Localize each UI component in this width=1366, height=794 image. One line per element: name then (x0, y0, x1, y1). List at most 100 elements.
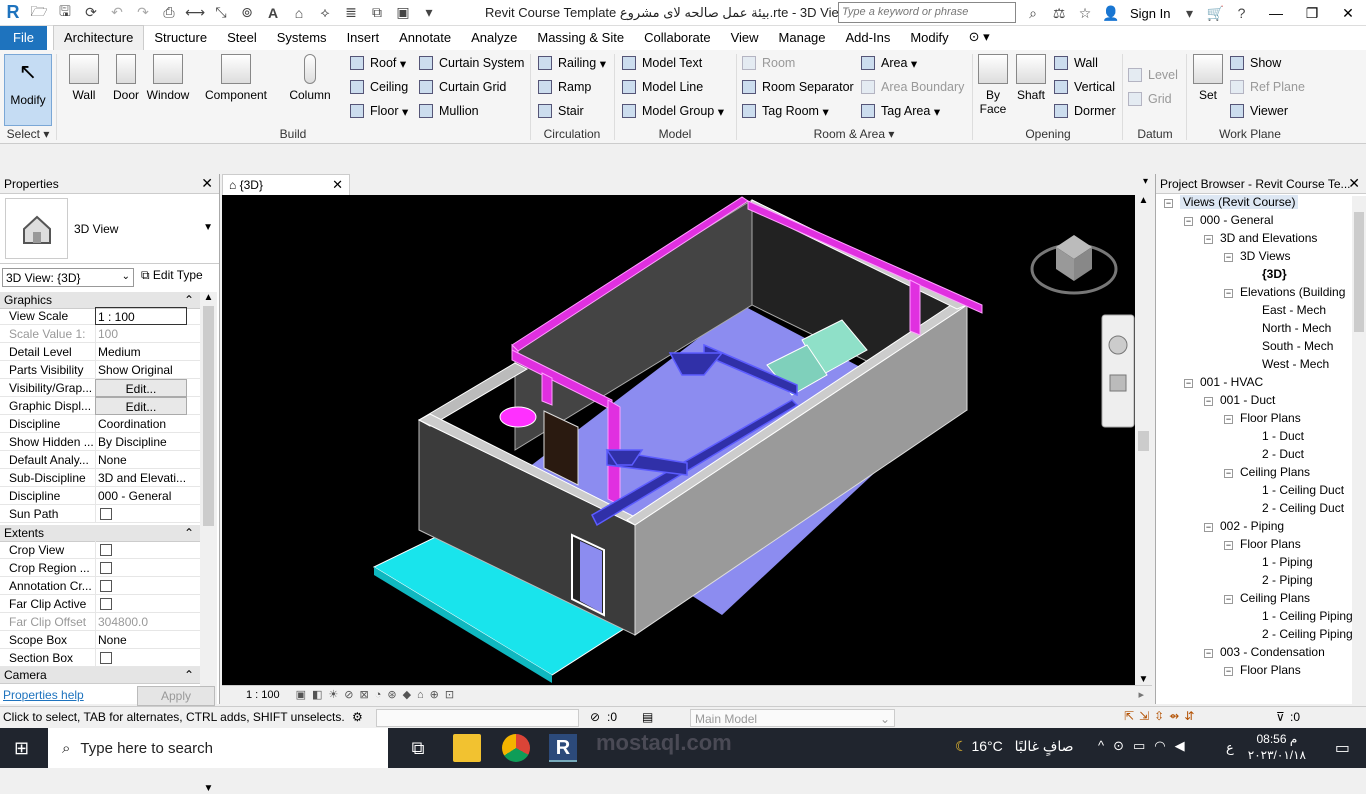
tab-architecture[interactable]: Architecture (52, 25, 145, 50)
property-value[interactable] (95, 541, 187, 559)
property-value[interactable]: None (95, 451, 187, 469)
tree-node[interactable]: 2 - Piping (1262, 573, 1313, 587)
instance-selector[interactable]: 3D View: {3D} ⌄ (2, 268, 134, 287)
close-icon[interactable]: ✕ (1348, 175, 1360, 192)
set-button[interactable]: Set (1188, 54, 1228, 118)
viewer-button[interactable]: Viewer (1230, 101, 1288, 121)
tree-node[interactable]: West - Mech (1262, 357, 1329, 371)
room-separator-button[interactable]: Room Separator (742, 77, 854, 97)
tree-toggle-icon[interactable]: − (1204, 523, 1213, 532)
workset-dropdown[interactable] (376, 709, 579, 727)
view-scrollbar[interactable]: ▲ ▼ (1135, 195, 1152, 685)
property-value[interactable]: Edit... (95, 379, 187, 397)
property-value[interactable] (95, 505, 187, 523)
property-value[interactable]: 000 - General (95, 487, 187, 505)
switch-windows-icon[interactable]: ▣ (393, 4, 413, 22)
cart-icon[interactable]: 🛒 (1205, 4, 1225, 22)
tree-node[interactable]: Floor Plans (1240, 537, 1301, 551)
scroll-right-icon[interactable]: ▸ (1138, 688, 1144, 701)
tree-toggle-icon[interactable]: − (1164, 199, 1173, 208)
tag-icon[interactable]: ⊚ (237, 4, 257, 22)
tree-toggle-icon[interactable]: − (1224, 541, 1233, 550)
tree-node[interactable]: Floor Plans (1240, 411, 1301, 425)
search-input[interactable]: Type a keyword or phrase (838, 2, 1016, 23)
vertical-button[interactable]: Vertical (1054, 77, 1115, 97)
tree-toggle-icon[interactable]: − (1224, 595, 1233, 604)
undo-icon[interactable]: ↶ (107, 4, 127, 22)
property-value[interactable]: 304800.0 (95, 613, 187, 631)
tab-modify[interactable]: Modify (900, 26, 958, 50)
close-icon[interactable]: ✕ (332, 177, 343, 193)
room-button[interactable]: Room (742, 53, 795, 73)
checkbox[interactable] (100, 652, 112, 664)
tab-annotate[interactable]: Annotate (389, 26, 461, 50)
tree-node[interactable]: 1 - Ceiling Duct (1262, 483, 1344, 497)
by-face-button[interactable]: By Face (974, 54, 1012, 118)
mullion-button[interactable]: Mullion (419, 101, 479, 121)
tree-toggle-icon[interactable]: − (1204, 649, 1213, 658)
railing-button[interactable]: Railing ▾ (538, 53, 606, 73)
tab-file[interactable]: File (0, 26, 47, 50)
tree-node[interactable]: 003 - Condensation (1220, 645, 1325, 659)
tree-node[interactable]: Elevations (Building (1240, 285, 1345, 299)
property-value[interactable]: 1 : 100 (95, 307, 187, 325)
windows-start-icon[interactable]: ⊞ (14, 738, 29, 759)
text-icon[interactable]: A (263, 4, 283, 22)
tree-toggle-icon[interactable]: − (1184, 217, 1193, 226)
tag-area-button[interactable]: Tag Area ▾ (861, 101, 940, 121)
model-line-button[interactable]: Model Line (622, 77, 703, 97)
open-icon[interactable]: 🗁 (29, 3, 49, 22)
roof-button[interactable]: Roof ▾ (350, 53, 406, 73)
curtain-system-button[interactable]: Curtain System (419, 53, 524, 73)
tree-node[interactable]: South - Mech (1262, 339, 1333, 353)
measure-icon[interactable]: ⟷ (185, 4, 205, 22)
shaft-button[interactable]: Shaft (1012, 54, 1050, 118)
tree-node[interactable]: 3D and Elevations (1220, 231, 1317, 245)
collapse-icon[interactable]: ⌃ (184, 293, 194, 307)
checkbox[interactable] (100, 598, 112, 610)
chevron-down-icon[interactable]: ▼ (203, 222, 213, 233)
restore-icon[interactable]: ❐ (1294, 0, 1330, 26)
dormer-button[interactable]: Dormer (1054, 101, 1116, 121)
ref-plane-button[interactable]: Ref Plane (1230, 77, 1305, 97)
redo-icon[interactable]: ↷ (133, 4, 153, 22)
language-indicator[interactable]: ع (1226, 740, 1234, 756)
tree-node[interactable]: 3D Views (1240, 249, 1290, 263)
property-value[interactable] (95, 649, 187, 667)
tab-menu-icon[interactable]: ▾ (1143, 176, 1148, 187)
edit-requests-icon[interactable]: ⊘ (590, 710, 600, 724)
design-option-dropdown[interactable]: Main Model ⌄ (690, 709, 895, 727)
modify-button[interactable]: ↖ Modify (4, 54, 52, 126)
level-button[interactable]: Level (1128, 65, 1178, 85)
tab-3d-view[interactable]: ⌂ {3D} ✕ (222, 174, 350, 195)
close-icon[interactable]: ✕ (201, 175, 213, 192)
tree-node[interactable]: 001 - HVAC (1200, 375, 1263, 389)
ceiling-button[interactable]: Ceiling (350, 77, 408, 97)
property-value[interactable]: By Discipline (95, 433, 187, 451)
tree-node[interactable]: Ceiling Plans (1240, 465, 1310, 479)
dimension-icon[interactable]: ⤡ (211, 4, 231, 22)
tree-node[interactable]: {3D} (1262, 267, 1287, 281)
apply-button[interactable]: Apply (137, 686, 215, 706)
tree-toggle-icon[interactable]: − (1184, 379, 1193, 388)
chevron-down-icon[interactable]: ▾ (1179, 4, 1199, 22)
3d-viewport[interactable] (222, 195, 1135, 685)
tree-node[interactable]: 2 - Ceiling Piping (1262, 627, 1353, 641)
clock[interactable]: 08:56 م ٢٠٢٣/٠١/١٨ (1248, 731, 1306, 763)
tree-node[interactable]: 000 - General (1200, 213, 1273, 227)
tree-toggle-icon[interactable]: − (1224, 667, 1233, 676)
property-value[interactable]: 100 (95, 325, 187, 343)
checkbox[interactable] (100, 562, 112, 574)
navigation-bar[interactable] (1101, 314, 1135, 428)
tree-toggle-icon[interactable]: − (1224, 289, 1233, 298)
sync-icon[interactable]: ⟳ (81, 4, 101, 22)
edit-type-button[interactable]: ⧉ Edit Type (141, 268, 203, 283)
checkbox[interactable] (100, 580, 112, 592)
filter-icon[interactable]: ⊽ (1276, 710, 1285, 724)
close-icon[interactable]: ✕ (1330, 0, 1366, 26)
revit-logo-icon[interactable]: R (3, 2, 23, 22)
taskbar-search[interactable]: ⌕ Type here to search (48, 728, 388, 768)
save-icon[interactable]: 🖫 (55, 3, 75, 22)
view-cube[interactable] (1030, 235, 1118, 295)
window-button[interactable]: Window (142, 54, 194, 118)
